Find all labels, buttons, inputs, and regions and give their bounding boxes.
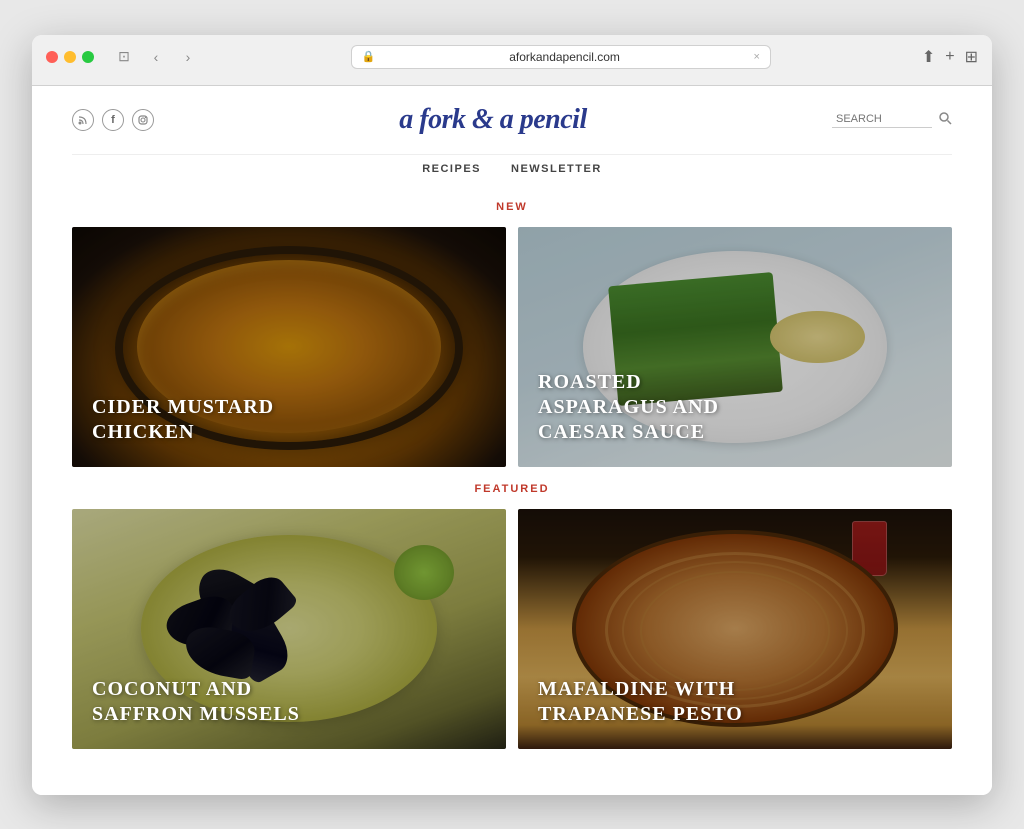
url-display: aforkandapencil.com [382,50,748,64]
social-icon-rss[interactable] [72,109,94,131]
section-label-featured: FEATURED [32,483,992,495]
browser-nav: ⊡ ‹ › [112,45,200,69]
nav-back-button[interactable]: ‹ [144,45,168,69]
nav-window-button[interactable]: ⊡ [112,45,136,69]
recipe-card-asparagus[interactable]: ROASTEDASPARAGUS ANDCAESAR SAUCE [518,227,952,467]
search-icon[interactable] [938,111,952,128]
featured-recipe-grid: COCONUT ANDSAFFRON MUSSELS MAFALDINE WIT… [32,509,992,749]
browser-window: ⊡ ‹ › 🔒 aforkandapencil.com × ⬆ + ⊞ [32,35,992,795]
section-label-new: NEW [32,201,992,213]
search-input[interactable] [832,111,932,128]
nav-item-recipes[interactable]: RECIPES [422,163,481,175]
new-tab-button[interactable]: + [945,48,954,66]
traffic-light-red[interactable] [46,51,58,63]
traffic-lights [46,51,94,63]
website-content: f a fork & a pencil [32,86,992,795]
recipe-card-pasta[interactable]: MAFALDINE WITHTRAPANESE PESTO [518,509,952,749]
nav-forward-button[interactable]: › [176,45,200,69]
recipe-card-cider-chicken[interactable]: CIDER MUSTARDCHICKEN [72,227,506,467]
share-button[interactable]: ⬆ [922,47,935,67]
site-header: f a fork & a pencil [32,86,992,189]
browser-chrome: ⊡ ‹ › 🔒 aforkandapencil.com × ⬆ + ⊞ [32,35,992,86]
header-top: f a fork & a pencil [72,104,952,148]
nav-item-newsletter[interactable]: NEWSLETTER [511,163,602,175]
card-title-asparagus: ROASTEDASPARAGUS ANDCAESAR SAUCE [518,352,952,467]
card-title-pasta: MAFALDINE WITHTRAPANESE PESTO [518,659,952,749]
site-title[interactable]: a fork & a pencil [399,104,587,136]
tab-close-button[interactable]: × [753,51,759,63]
social-icons: f [72,109,154,131]
card-title-mussels: COCONUT ANDSAFFRON MUSSELS [72,659,506,749]
grid-button[interactable]: ⊞ [965,47,978,67]
address-bar[interactable]: 🔒 aforkandapencil.com × [351,45,771,69]
social-icon-instagram[interactable] [132,109,154,131]
recipe-card-mussels[interactable]: COCONUT ANDSAFFRON MUSSELS [72,509,506,749]
browser-actions: ⬆ + ⊞ [922,47,978,67]
traffic-light-yellow[interactable] [64,51,76,63]
social-icon-facebook[interactable]: f [102,109,124,131]
traffic-light-green[interactable] [82,51,94,63]
nav-menu: RECIPES NEWSLETTER [72,154,952,189]
lock-icon: 🔒 [362,50,376,63]
new-recipe-grid: CIDER MUSTARDCHICKEN ROASTEDASPARAGUS AN… [32,227,992,467]
search-area [832,111,952,128]
card-title-cider-chicken: CIDER MUSTARDCHICKEN [72,377,506,467]
address-bar-container: 🔒 aforkandapencil.com × [210,45,912,69]
